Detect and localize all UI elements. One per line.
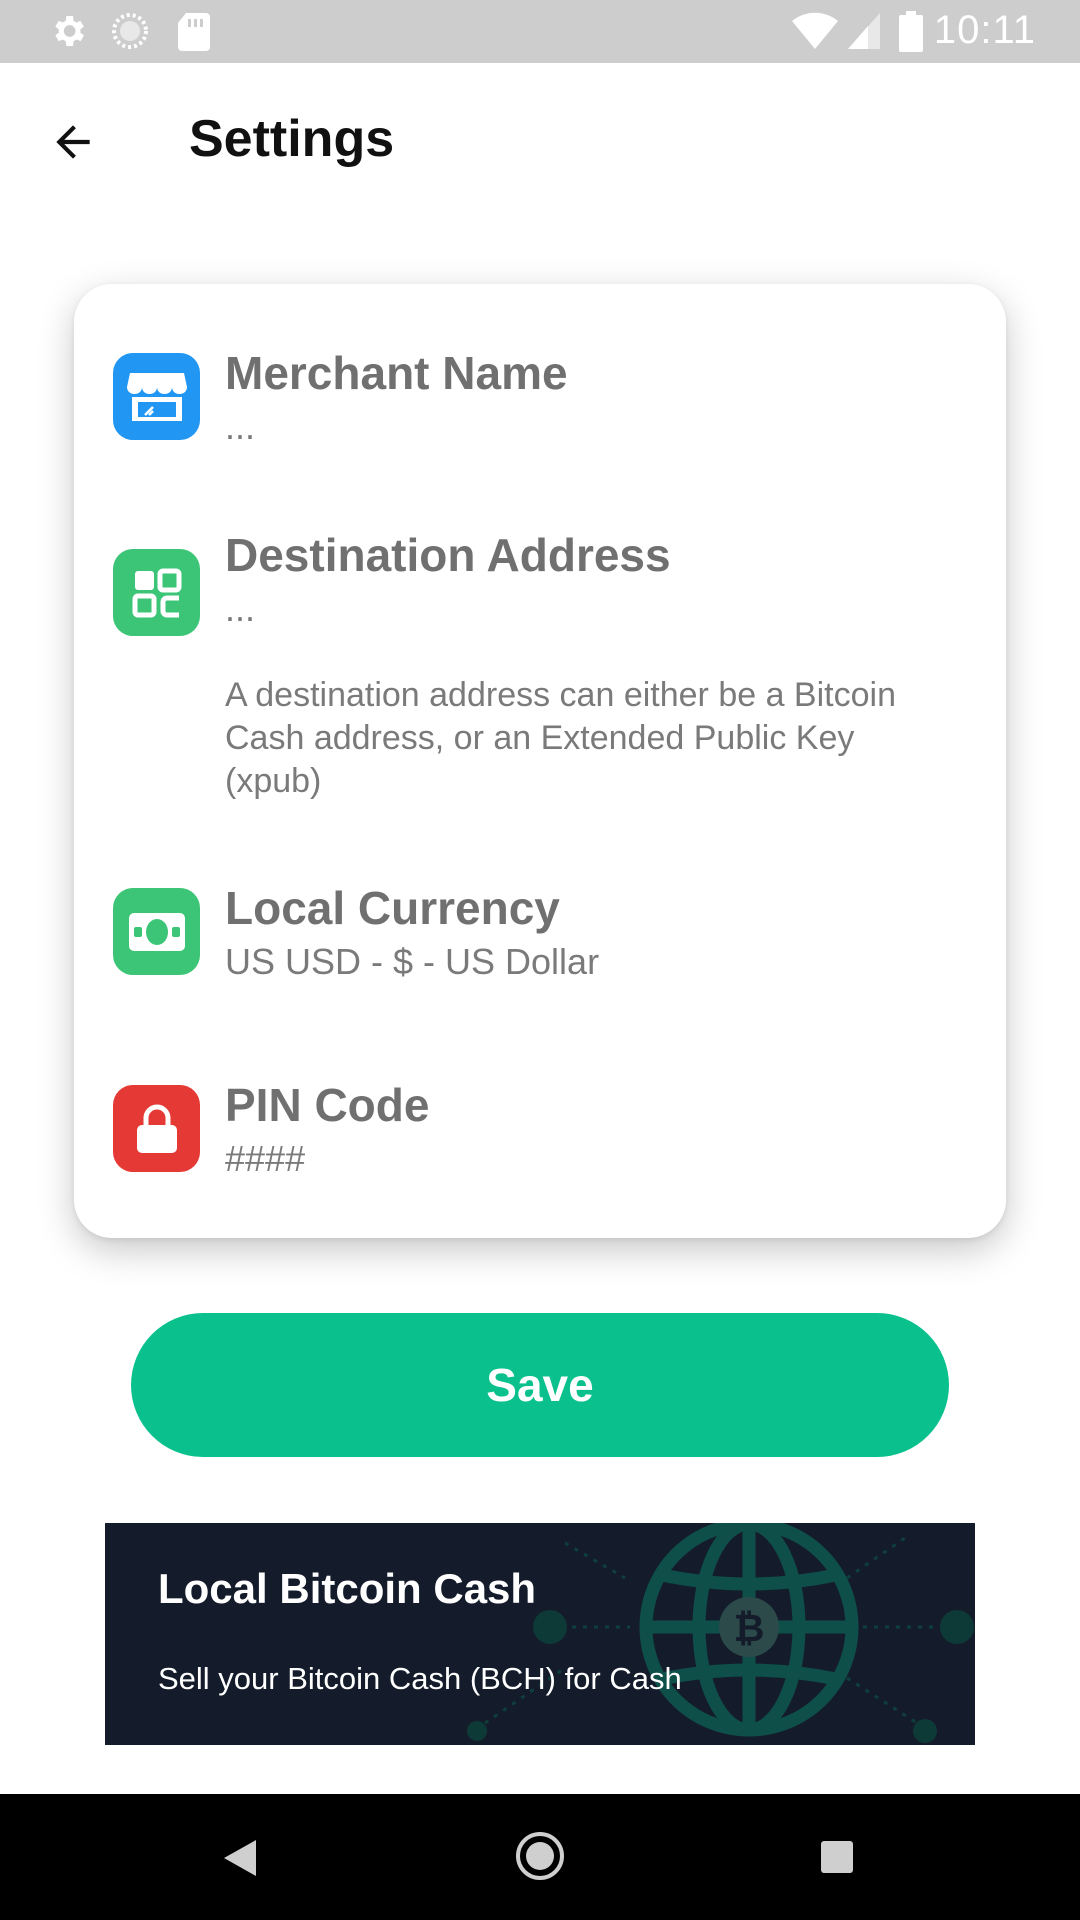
page-title: Settings: [189, 110, 395, 168]
banner-subtitle: Sell your Bitcoin Cash (BCH) for Cash: [158, 1661, 682, 1696]
globe-bitcoin-icon: ₿: [467, 1523, 974, 1743]
banknote-icon: [113, 888, 200, 975]
status-bar: 10:11: [0, 0, 1080, 63]
local-bitcoin-cash-banner[interactable]: ₿ Local Bitcoin Cash Sell your Bitcoin C…: [105, 1523, 975, 1745]
navigation-bar: [0, 1794, 1080, 1920]
gear-icon: [55, 16, 84, 46]
settings-card: Merchant Name ... Destination Address ..…: [74, 284, 1006, 1238]
pin-code-label: PIN Code: [225, 1079, 430, 1131]
back-button[interactable]: [34, 103, 112, 181]
destination-address-help: A destination address can either be a Bi…: [225, 676, 896, 800]
wifi-icon: [792, 12, 838, 49]
app-bar: Settings: [0, 63, 1080, 211]
pin-code-value: ####: [225, 1138, 306, 1179]
recents-square-icon[interactable]: [820, 1840, 854, 1874]
local-currency-value: US USD - $ - US Dollar: [225, 941, 600, 982]
destination-address-label: Destination Address: [225, 529, 671, 581]
destination-address-value: ...: [225, 588, 256, 629]
arrow-left-icon: [56, 125, 90, 159]
clock: 10:11: [933, 8, 1036, 52]
local-currency-label: Local Currency: [225, 882, 560, 934]
sd-card-icon: [178, 13, 210, 51]
merchant-name-value: ...: [225, 406, 256, 447]
save-button[interactable]: Save: [131, 1313, 949, 1457]
battery-icon: [899, 11, 923, 52]
lock-icon: [113, 1085, 200, 1172]
loading-icon: [112, 13, 148, 49]
merchant-name-label: Merchant Name: [225, 347, 568, 399]
qr-code-icon: [113, 549, 200, 636]
signal-icon: [848, 13, 880, 49]
storefront-icon: [113, 353, 200, 440]
banner-title: Local Bitcoin Cash: [158, 1565, 537, 1612]
home-circle-icon[interactable]: [514, 1830, 566, 1882]
svg-text:₿: ₿: [734, 1606, 765, 1650]
back-triangle-icon[interactable]: [222, 1838, 258, 1878]
